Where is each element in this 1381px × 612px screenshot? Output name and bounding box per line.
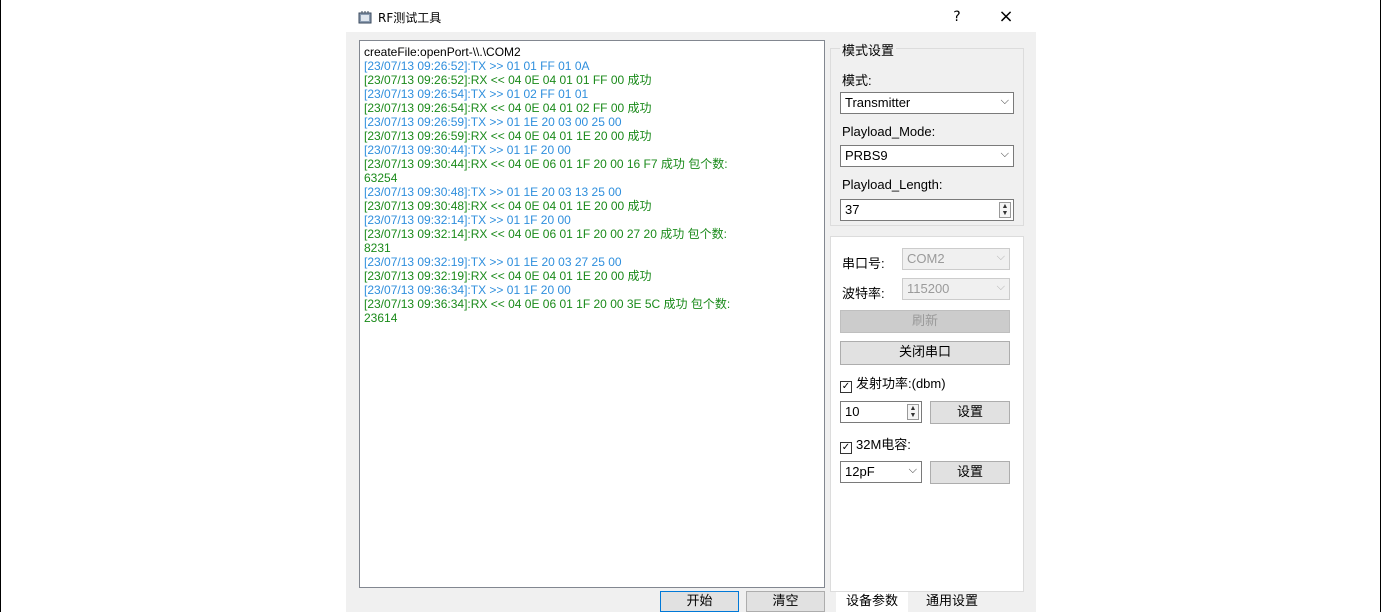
log-line: [23/07/13 09:30:48]:RX << 04 0E 04 01 1E…: [364, 199, 652, 213]
spin-arrows-icon[interactable]: ▲ ▼: [907, 404, 919, 420]
baud-select-value: 115200: [907, 281, 950, 296]
log-line: 8231: [364, 241, 391, 255]
log-line: 63254: [364, 171, 398, 185]
chevron-down-icon: ⌵: [996, 251, 1005, 263]
mode-select-value: Transmitter: [845, 95, 911, 110]
close-port-button[interactable]: 关闭串口: [840, 341, 1010, 365]
chevron-down-icon: ⌵: [908, 464, 917, 476]
chevron-down-icon: ⌵: [1000, 95, 1009, 107]
checkbox-checked-icon: ✓: [840, 381, 852, 393]
payload-length-label: Playload_Length:: [842, 177, 943, 192]
log-line: [23/07/13 09:26:59]:TX >> 01 1E 20 03 00…: [364, 115, 622, 129]
tx-power-checkbox[interactable]: ✓ 发射功率:(dbm): [840, 373, 946, 393]
log-line: [23/07/13 09:26:54]:TX >> 01 02 FF 01 01: [364, 87, 589, 101]
payload-mode-select-value: PRBS9: [845, 148, 888, 163]
tab-device-params[interactable]: 设备参数: [836, 592, 908, 612]
log-output[interactable]: createFile:openPort-\\.\COM2 [23/07/13 09…: [359, 40, 825, 588]
log-line: 23614: [364, 311, 398, 325]
log-line: [23/07/13 09:26:52]:TX >> 01 01 FF 01 0A: [364, 59, 590, 73]
cap-select-value: 12pF: [845, 464, 875, 479]
log-line: [23/07/13 09:32:14]:TX >> 01 1F 20 00: [364, 213, 571, 227]
cap-set-button[interactable]: 设置: [930, 461, 1010, 484]
close-button[interactable]: ×: [992, 6, 1020, 28]
log-line: [23/07/13 09:32:19]:RX << 04 0E 04 01 1E…: [364, 269, 652, 283]
refresh-button[interactable]: 刷新: [840, 310, 1010, 333]
payload-length-spinbox[interactable]: 37 ▲ ▼: [840, 199, 1014, 221]
port-label: 串口号:: [842, 256, 885, 271]
start-button[interactable]: 开始: [660, 591, 739, 612]
tx-power-label: 发射功率:(dbm): [856, 376, 946, 391]
port-select[interactable]: COM2 ⌵: [902, 248, 1010, 270]
help-button[interactable]: ?: [943, 6, 971, 28]
cap-checkbox[interactable]: ✓ 32M电容:: [840, 434, 911, 454]
log-line: [23/07/13 09:26:54]:RX << 04 0E 04 01 02…: [364, 101, 652, 115]
checkbox-checked-icon: ✓: [840, 442, 852, 454]
log-line: [23/07/13 09:36:34]:TX >> 01 1F 20 00: [364, 283, 571, 297]
mode-select[interactable]: Transmitter ⌵: [840, 92, 1014, 114]
app-icon: [358, 11, 372, 24]
mode-settings-title: 模式设置: [840, 40, 897, 59]
clear-button[interactable]: 清空: [746, 591, 825, 612]
tx-power-value: 10: [845, 404, 860, 419]
tx-power-spinbox[interactable]: 10 ▲ ▼: [840, 401, 922, 423]
window-title: RF测试工具: [378, 11, 442, 25]
log-line: [23/07/13 09:30:44]:RX << 04 0E 06 01 1F…: [364, 157, 728, 171]
baud-select[interactable]: 115200 ⌵: [902, 278, 1010, 300]
log-line: [23/07/13 09:26:52]:RX << 04 0E 04 01 01…: [364, 73, 652, 87]
log-line: [23/07/13 09:30:48]:TX >> 01 1E 20 03 13…: [364, 185, 622, 199]
chevron-down-icon: ⌵: [1000, 148, 1009, 160]
payload-length-value: 37: [845, 202, 860, 217]
port-select-value: COM2: [907, 251, 945, 266]
tab-general-settings[interactable]: 通用设置: [914, 592, 990, 612]
log-line: [23/07/13 09:36:34]:RX << 04 0E 06 01 1F…: [364, 297, 731, 311]
title-bar: RF测试工具 ? ×: [346, 0, 1036, 32]
tx-power-set-button[interactable]: 设置: [930, 401, 1010, 424]
log-line: [23/07/13 09:32:14]:RX << 04 0E 06 01 1F…: [364, 227, 727, 241]
payload-mode-label: Playload_Mode:: [842, 124, 936, 139]
app-window: RF测试工具 ? × createFile:openPort-\\.\COM2[…: [346, 0, 1036, 612]
chevron-down-icon: ⌵: [996, 281, 1005, 293]
log-line: createFile:openPort-\\.\COM2: [364, 45, 521, 59]
payload-mode-select[interactable]: PRBS9 ⌵: [840, 145, 1014, 167]
cap-select[interactable]: 12pF ⌵: [840, 461, 922, 483]
mode-label: 模式:: [842, 73, 872, 88]
log-line: [23/07/13 09:32:19]:TX >> 01 1E 20 03 27…: [364, 255, 622, 269]
cap-label: 32M电容:: [856, 437, 911, 452]
log-line: [23/07/13 09:30:44]:TX >> 01 1F 20 00: [364, 143, 571, 157]
log-line: [23/07/13 09:26:59]:RX << 04 0E 04 01 1E…: [364, 129, 652, 143]
baud-label: 波特率:: [842, 286, 885, 301]
spin-arrows-icon[interactable]: ▲ ▼: [999, 202, 1011, 218]
